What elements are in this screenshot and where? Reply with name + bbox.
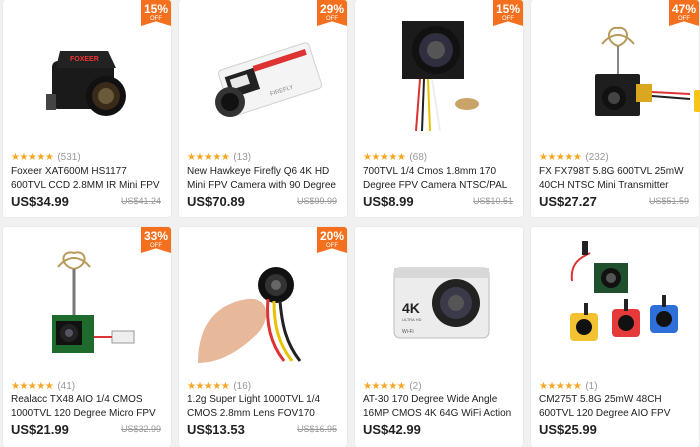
product-title[interactable]: Realacc TX48 AIO 1/4 CMOS 1000TVL 120 De…	[11, 393, 163, 421]
discount-percent: 15%	[143, 2, 169, 16]
star-rating-icon: ★★★★★	[11, 381, 54, 392]
rating: ★★★★★ (232)	[539, 152, 609, 163]
rating-count: (13)	[233, 152, 252, 163]
original-price: US$99.99	[296, 196, 337, 206]
product-title[interactable]: 700TVL 1/4 Cmos 1.8mm 170 Degree FPV Cam…	[363, 165, 515, 193]
discount-percent: 47%	[671, 2, 697, 16]
product-price: US$70.89	[187, 194, 245, 209]
rating: ★★★★★ (1)	[539, 381, 598, 392]
product-price: US$21.99	[11, 422, 69, 437]
star-rating-icon: ★★★★★	[363, 381, 406, 392]
discount-off-label: OFF	[326, 16, 338, 22]
rating-count: (1)	[585, 381, 598, 392]
discount-percent: 29%	[319, 2, 345, 16]
discount-off-label: OFF	[502, 16, 514, 22]
rating-count: (2)	[409, 381, 422, 392]
foxeer-logo: FOXEER	[70, 56, 99, 63]
rating-count: (232)	[585, 152, 609, 163]
product-grid: FOXEER 15% OFF ★★★★★ (531) Foxeer XAT600…	[0, 0, 700, 447]
discount-off-label: OFF	[678, 16, 690, 22]
star-rating-icon: ★★★★★	[539, 381, 582, 392]
discount-percent: 15%	[495, 2, 521, 16]
4k-label: 4K	[402, 300, 420, 316]
star-rating-icon: ★★★★★	[11, 152, 54, 163]
star-rating-icon: ★★★★★	[187, 152, 230, 163]
rating-count: (531)	[57, 152, 81, 163]
rating-count: (68)	[409, 152, 428, 163]
ultra-hd-label: ULTRA HD	[402, 317, 422, 322]
discount-off-label: OFF	[150, 16, 162, 22]
rating: ★★★★★ (68)	[363, 152, 427, 163]
product-card[interactable]: FOXEER 15% OFF ★★★★★ (531) Foxeer XAT600…	[3, 0, 171, 217]
discount-off-label: OFF	[150, 243, 162, 249]
original-price: US$10.51	[472, 196, 513, 206]
product-price: US$13.53	[187, 422, 245, 437]
product-title[interactable]: FX FX798T 5.8G 600TVL 25mW 40CH NTSC Min…	[539, 165, 691, 193]
original-price: US$51.59	[648, 196, 689, 206]
product-card[interactable]: FIREFLY 29% OFF ★★★★★ (13) New Hawkeye F…	[179, 0, 347, 217]
product-image[interactable]	[531, 227, 699, 369]
product-title[interactable]: New Hawkeye Firefly Q6 4K HD Mini FPV Ca…	[187, 165, 339, 193]
rating: ★★★★★ (13)	[187, 152, 251, 163]
product-title[interactable]: CM275T 5.8G 25mW 48CH 600TVL 120 Degree …	[539, 393, 691, 421]
original-price: US$41.24	[120, 196, 161, 206]
product-card[interactable]: 33% OFF ★★★★★ (41) Realacc TX48 AIO 1/4 …	[3, 227, 171, 447]
product-price: US$42.99	[363, 422, 421, 437]
product-card[interactable]: 20% OFF ★★★★★ (16) 1.2g Super Light 1000…	[179, 227, 347, 447]
star-rating-icon: ★★★★★	[187, 381, 230, 392]
discount-percent: 33%	[143, 229, 169, 243]
product-price: US$34.99	[11, 194, 69, 209]
original-price: US$16.95	[296, 424, 337, 434]
rating: ★★★★★ (41)	[11, 381, 75, 392]
product-title[interactable]: 1.2g Super Light 1000TVL 1/4 CMOS 2.8mm …	[187, 393, 339, 421]
original-price: US$32.99	[120, 424, 161, 434]
product-card[interactable]: 15% OFF ★★★★★ (68) 700TVL 1/4 Cmos 1.8mm…	[355, 0, 523, 217]
product-card[interactable]: 4K ULTRA HD Wi-Fi ★★★★★ (2) AT-30 170 De…	[355, 227, 523, 447]
product-card[interactable]: 47% OFF ★★★★★ (232) FX FX798T 5.8G 600TV…	[531, 0, 699, 217]
rating: ★★★★★ (2)	[363, 381, 422, 392]
product-title[interactable]: AT-30 170 Degree Wide Angle 16MP CMOS 4K…	[363, 393, 515, 421]
rating: ★★★★★ (531)	[11, 152, 81, 163]
discount-percent: 20%	[319, 229, 345, 243]
rating: ★★★★★ (16)	[187, 381, 251, 392]
product-image[interactable]: 4K ULTRA HD Wi-Fi	[355, 227, 523, 369]
product-price: US$8.99	[363, 194, 414, 209]
star-rating-icon: ★★★★★	[363, 152, 406, 163]
rating-count: (41)	[57, 381, 76, 392]
product-price: US$25.99	[539, 422, 597, 437]
product-card[interactable]: ★★★★★ (1) CM275T 5.8G 25mW 48CH 600TVL 1…	[531, 227, 699, 447]
side-feedback-tab[interactable]	[694, 90, 700, 112]
product-price: US$27.27	[539, 194, 597, 209]
star-rating-icon: ★★★★★	[539, 152, 582, 163]
product-title[interactable]: Foxeer XAT600M HS1177 600TVL CCD 2.8MM I…	[11, 165, 163, 193]
wifi-label: Wi-Fi	[402, 329, 414, 335]
discount-off-label: OFF	[326, 243, 338, 249]
rating-count: (16)	[233, 381, 252, 392]
